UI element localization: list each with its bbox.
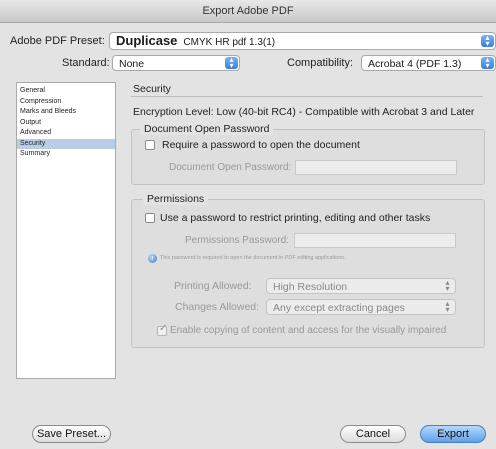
- sidebar-item-marks-and-bleeds[interactable]: Marks and Bleeds: [17, 107, 115, 118]
- chevron-updown-icon: ▴ ▾: [225, 56, 238, 70]
- chevron-updown-icon: ▴ ▾: [481, 56, 494, 70]
- enable-copying-checkbox[interactable]: ✓: [157, 323, 168, 336]
- chevron-updown-icon: ▴ ▾: [481, 34, 494, 48]
- info-icon: i: [148, 254, 157, 263]
- sidebar-item-output[interactable]: Output: [17, 118, 115, 129]
- preset-select[interactable]: Duplicase CMYK HR pdf 1.3(1) ▴ ▾: [109, 32, 496, 50]
- printing-allowed-label: Printing Allowed:: [174, 280, 252, 292]
- section-title: Security: [133, 83, 171, 95]
- permissions-password-field[interactable]: [294, 233, 456, 248]
- sidebar-item-general[interactable]: General: [17, 86, 115, 97]
- save-preset-button[interactable]: Save Preset...: [32, 425, 111, 443]
- sidebar-item-security[interactable]: Security: [17, 138, 115, 149]
- enable-copying-label: Enable copying of content and access for…: [170, 325, 447, 336]
- restrict-password-label: Use a password to restrict printing, edi…: [160, 212, 431, 224]
- chevron-updown-icon: ▴ ▾: [445, 299, 450, 314]
- preset-name: Duplicase: [116, 33, 178, 48]
- changes-allowed-label: Changes Allowed:: [175, 301, 260, 313]
- sidebar-item-advanced[interactable]: Advanced: [17, 128, 115, 139]
- open-password-field[interactable]: [295, 160, 457, 175]
- encryption-level-text: Encryption Level: Low (40-bit RC4) - Com…: [133, 106, 475, 118]
- sidebar-item-summary[interactable]: Summary: [17, 149, 115, 160]
- require-password-label: Require a password to open the document: [162, 139, 360, 151]
- preset-label: Adobe PDF Preset:: [10, 35, 105, 47]
- compatibility-label: Compatibility:: [287, 57, 354, 69]
- open-password-group-title: Document Open Password: [140, 123, 274, 135]
- require-password-checkbox[interactable]: [145, 140, 155, 150]
- open-password-group: [131, 129, 485, 185]
- restrict-password-checkbox[interactable]: [145, 213, 155, 223]
- permissions-note: This password is required to open the do…: [160, 255, 346, 261]
- changes-allowed-select[interactable]: Any except extracting pages ▴ ▾: [266, 299, 456, 315]
- section-divider: [131, 96, 483, 97]
- standard-label: Standard:: [62, 57, 110, 69]
- printing-allowed-value: High Resolution: [273, 281, 348, 293]
- open-password-field-label: Document Open Password:: [169, 162, 292, 173]
- compatibility-value: Acrobat 4 (PDF 1.3): [368, 58, 462, 70]
- standard-value: None: [119, 58, 145, 70]
- window-title: Export Adobe PDF: [0, 0, 496, 23]
- changes-allowed-value: Any except extracting pages: [273, 302, 405, 314]
- standard-select[interactable]: None ▴ ▾: [112, 55, 240, 71]
- printing-allowed-select[interactable]: High Resolution ▴ ▾: [266, 278, 456, 294]
- checkmark-icon: ✓: [159, 323, 168, 334]
- chevron-updown-icon: ▴ ▾: [445, 278, 450, 293]
- permissions-group-title: Permissions: [143, 193, 209, 205]
- compatibility-select[interactable]: Acrobat 4 (PDF 1.3) ▴ ▾: [361, 55, 496, 71]
- cancel-button[interactable]: Cancel: [340, 425, 406, 443]
- sidebar: General Compression Marks and Bleeds Out…: [16, 82, 116, 379]
- export-button[interactable]: Export: [420, 425, 486, 443]
- permissions-password-field-label: Permissions Password:: [185, 235, 289, 246]
- preset-detail: CMYK HR pdf 1.3(1): [183, 37, 276, 48]
- sidebar-item-compression[interactable]: Compression: [17, 97, 115, 108]
